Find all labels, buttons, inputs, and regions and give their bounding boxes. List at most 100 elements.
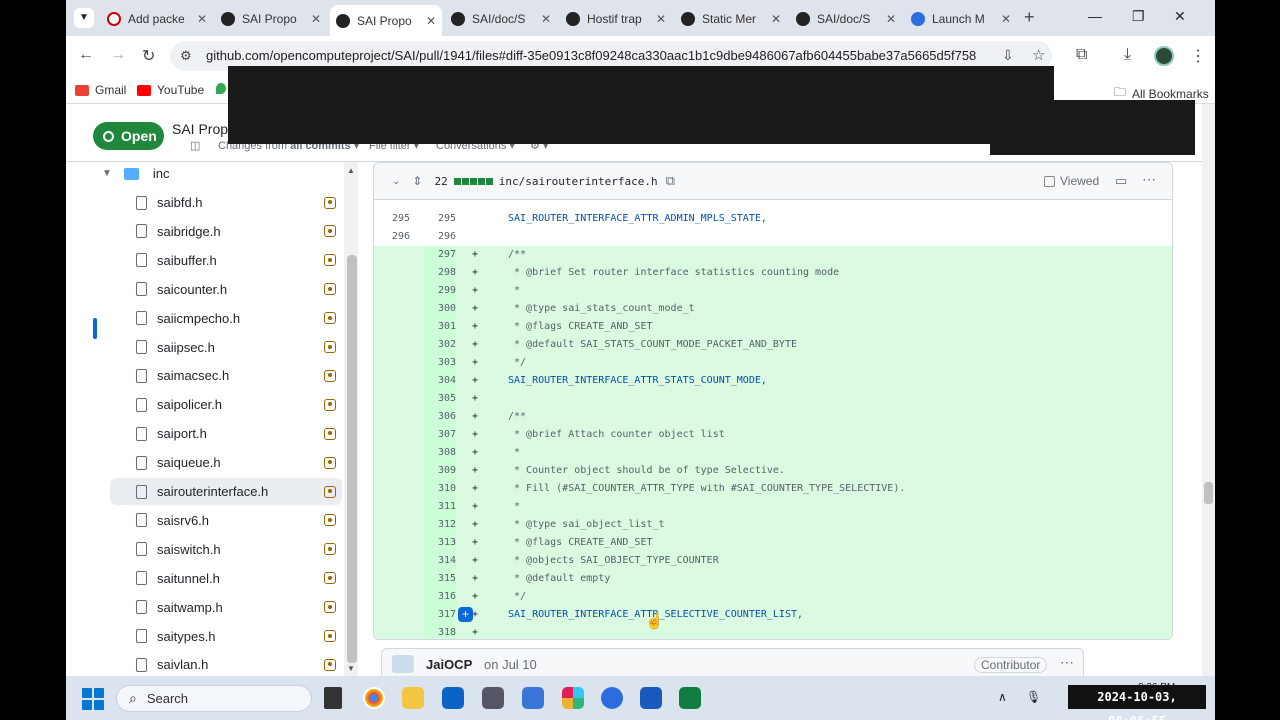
new-line-number[interactable]: 312 [424,516,456,534]
new-line-number[interactable]: 310 [424,480,456,498]
browser-tab[interactable]: Hostif trap ✕ [560,5,672,32]
browser-tab[interactable]: Static Mer ✕ [675,5,787,32]
add-comment-plus-icon[interactable]: + [458,607,473,622]
tree-file-item[interactable]: saiipsec.h [110,334,342,361]
restore-icon[interactable]: ❐ [1132,8,1145,25]
new-line-number[interactable]: 298 [424,264,456,282]
outlook-icon[interactable] [442,687,464,709]
new-line-number[interactable]: 311 [424,498,456,516]
scroll-down-icon[interactable]: ▼ [347,664,355,673]
browser-tab[interactable]: SAI/doc/S ✕ [445,5,557,32]
new-line-number[interactable]: 306 [424,408,456,426]
new-line-number[interactable]: 305 [424,390,456,408]
notepad-icon[interactable] [522,687,544,709]
browser-tab[interactable]: Launch M ✕ [905,5,1017,32]
minimize-icon[interactable]: — [1088,8,1102,24]
tray-chevron-icon[interactable]: ∧ [998,690,1007,704]
downloads-icon[interactable]: ⤓ [1124,46,1131,64]
task-view-icon[interactable] [324,687,342,709]
new-line-number[interactable]: 303 [424,354,456,372]
bookmark-gmail[interactable]: Gmail [75,83,126,97]
profile-avatar[interactable] [1154,46,1174,66]
tree-file-item[interactable]: saibfd.h [110,189,342,216]
tree-scroll-thumb[interactable] [347,255,357,663]
new-tab-plus-icon[interactable]: + [1024,7,1035,28]
scroll-up-icon[interactable]: ▲ [347,166,355,175]
new-line-number[interactable]: 314 [424,552,456,570]
new-line-number[interactable]: 317 [424,606,456,624]
reload-icon[interactable]: ↻ [142,46,155,66]
site-info-icon[interactable]: ⚙ [180,48,192,64]
tree-file-item[interactable]: saiswitch.h [110,536,342,563]
back-arrow-icon[interactable]: ← [78,46,94,64]
remote-desktop-icon[interactable] [482,687,504,709]
tree-file-item[interactable]: saiicmpecho.h [110,305,342,332]
tree-file-item[interactable]: saitwamp.h [110,594,342,621]
tab-close-icon[interactable]: ✕ [311,12,321,26]
tree-file-item[interactable]: saibridge.h [110,218,342,245]
tab-close-icon[interactable]: ✕ [426,14,436,28]
tab-close-icon[interactable]: ✕ [886,12,896,26]
new-line-number[interactable]: 300 [424,300,456,318]
copy-icon[interactable]: ⧉ [666,173,675,189]
more-options-icon[interactable]: ⋯ [1142,171,1156,188]
windows-start-icon[interactable] [82,688,104,710]
tab-close-icon[interactable]: ✕ [541,12,551,26]
chrome-icon[interactable] [363,687,385,709]
new-line-number[interactable]: 307 [424,426,456,444]
extensions-puzzle-icon[interactable]: ⧉ [1076,46,1087,64]
new-line-number[interactable]: 301 [424,318,456,336]
microphone-icon[interactable]: 🎙 [1026,690,1041,704]
comment-author[interactable]: JaiOCP [426,657,472,672]
tab-close-icon[interactable]: ✕ [656,12,666,26]
old-line-number[interactable]: 295 [374,210,410,228]
old-line-number[interactable]: 296 [374,228,410,246]
menu-kebab-icon[interactable]: ⋮ [1190,46,1206,66]
comment-icon[interactable]: ▭ [1115,173,1127,189]
new-line-number[interactable]: 304 [424,372,456,390]
tree-file-item[interactable]: saitypes.h [110,623,342,650]
tree-file-item[interactable]: saimacsec.h [110,362,342,389]
tree-file-item[interactable]: sairouterinterface.h [110,478,342,505]
bookmark-star-icon[interactable]: ☆ [1032,46,1045,64]
forward-arrow-icon[interactable]: → [110,46,126,64]
zoom-icon[interactable] [601,687,623,709]
new-line-number[interactable]: 309 [424,462,456,480]
tree-file-item[interactable]: saiqueue.h [110,449,342,476]
tree-file-item[interactable]: saicounter.h [110,276,342,303]
viewed-checkbox[interactable]: Viewed [1044,174,1099,188]
browser-tab[interactable]: SAI Propo ✕ [215,5,327,32]
taskbar-search[interactable]: ⌕ Search [116,685,312,712]
new-line-number[interactable]: 315 [424,570,456,588]
page-scroll-thumb[interactable] [1204,482,1213,504]
collapse-chevron-icon[interactable]: ⌄ [392,176,400,187]
tree-file-item[interactable]: saisrv6.h [110,507,342,534]
folder-inc[interactable]: ▼ inc [102,166,170,181]
comment-date[interactable]: on Jul 10 [484,657,537,672]
new-line-number[interactable]: 313 [424,534,456,552]
new-line-number[interactable]: 296 [424,228,456,246]
browser-tab[interactable]: SAI Propo ✕ [330,5,442,36]
tab-close-icon[interactable]: ✕ [1001,12,1011,26]
file-explorer-icon[interactable] [402,687,424,709]
tree-file-item[interactable]: saibuffer.h [110,247,342,274]
tab-search-chevron-icon[interactable]: ▼ [74,8,94,28]
new-line-number[interactable]: 308 [424,444,456,462]
new-line-number[interactable]: 299 [424,282,456,300]
tree-file-item[interactable]: saivlan.h [110,651,342,678]
tab-close-icon[interactable]: ✕ [771,12,781,26]
word-icon[interactable] [640,687,662,709]
new-line-number[interactable]: 316 [424,588,456,606]
tree-file-item[interactable]: saipolicer.h [110,391,342,418]
more-options-icon[interactable]: ⋯ [1060,654,1074,671]
install-app-icon[interactable]: ⇩ [1002,47,1014,64]
new-line-number[interactable]: 295 [424,210,456,228]
close-window-icon[interactable]: ✕ [1174,8,1186,25]
browser-tab[interactable]: SAI/doc/S ✕ [790,5,902,32]
tree-file-item[interactable]: saitunnel.h [110,565,342,592]
expand-all-icon[interactable]: ⇕ [412,174,422,188]
toggle-tree-icon[interactable]: ◫ [190,139,200,152]
tree-file-item[interactable]: saiport.h [110,420,342,447]
excel-icon[interactable] [679,687,701,709]
new-line-number[interactable]: 297 [424,246,456,264]
